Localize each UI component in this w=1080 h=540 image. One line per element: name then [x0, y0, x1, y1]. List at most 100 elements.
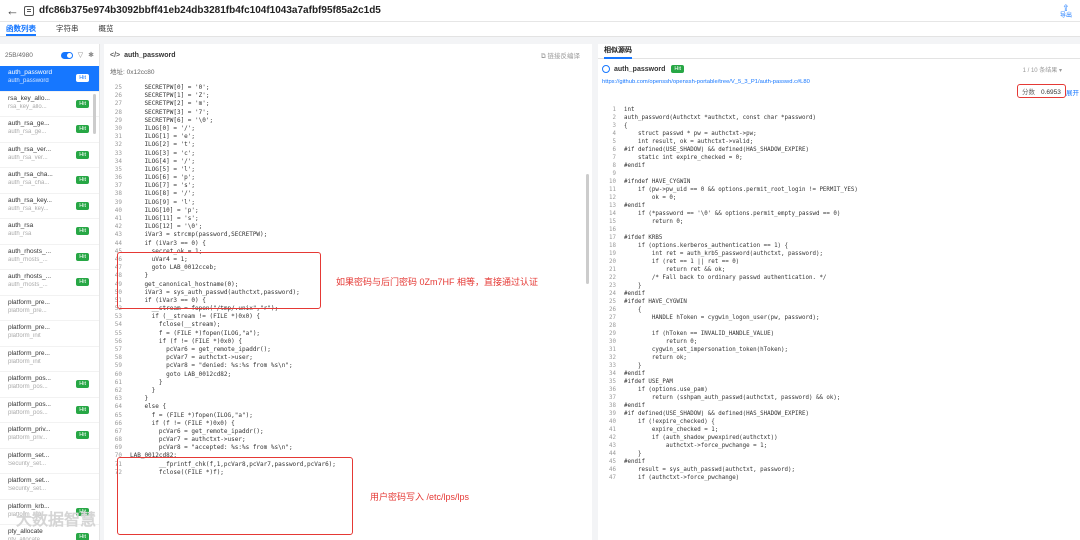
- tab-function-list[interactable]: 函数列表: [6, 22, 36, 36]
- line-number: 56: [114, 337, 122, 345]
- line-text: }: [624, 363, 642, 369]
- function-list-scrollbar[interactable]: [93, 94, 96, 134]
- function-list-item[interactable]: auth_rsa_ge... auth_rsa_ge... Hit: [0, 117, 99, 143]
- function-name: platform_pos...: [8, 400, 51, 408]
- line-text: ILOG[2] = 't';: [130, 141, 196, 149]
- score-value: 0.6953: [1041, 89, 1061, 96]
- line-number: 42: [114, 223, 122, 231]
- similarity-score: 分数 0.6953: [1017, 84, 1066, 98]
- code-scrollbar[interactable]: [586, 174, 589, 284]
- line-number: 38: [114, 190, 122, 198]
- line-text: f = (FILE *)fopen(ILOG,"a");: [130, 329, 261, 337]
- code-line: 44 if (iVar3 == 0) {: [104, 240, 592, 248]
- code-line: 62 }: [104, 387, 592, 395]
- match-row: auth_password Hit 1 / 10 条结果 ▾: [598, 62, 1080, 76]
- line-number: 29: [114, 116, 122, 124]
- code-line: 31 cygwin_set_impersonation_token(hToken…: [598, 346, 1080, 354]
- export-button[interactable]: ⇪ 导出: [1060, 4, 1072, 20]
- code-line: 35 #ifdef USE_PAM: [598, 378, 1080, 386]
- line-number: 6: [612, 147, 617, 153]
- code-panel-header: </> auth_password ⧉ 链接反编译: [104, 44, 592, 66]
- code-line: 32 ILOG[2] = 't';: [104, 141, 592, 149]
- line-text: pcVar8 = "accepted: %s:%s from %s\n";: [130, 444, 293, 452]
- function-list-item[interactable]: auth_rsa_cha... auth_rsa_cha... Hit: [0, 168, 99, 194]
- function-list-item[interactable]: auth_rhosts_... auth_rhosts_... Hit: [0, 270, 99, 296]
- function-subname: platform_init: [8, 358, 41, 365]
- function-list-item[interactable]: platform_set... Security_set...: [0, 474, 99, 500]
- function-name: auth_rsa_cha...: [8, 171, 53, 178]
- line-text: static int expire_checked = 0;: [624, 155, 743, 161]
- function-name: platform_set...: [8, 451, 50, 459]
- function-name: auth_rhosts_...: [8, 273, 51, 280]
- line-number: 35: [114, 165, 122, 173]
- line-number: 68: [114, 436, 122, 444]
- hit-badge: Hit: [76, 533, 89, 540]
- line-text: return ret && ok;: [624, 267, 726, 273]
- result-pager[interactable]: 1 / 10 条结果 ▾: [1023, 65, 1062, 74]
- function-name: platform_pre...: [8, 298, 50, 306]
- code-line: 34 #endif: [598, 370, 1080, 378]
- line-text: ILOG[6] = 'p';: [130, 174, 196, 182]
- filter-icon[interactable]: ▽: [78, 51, 83, 59]
- function-name: auth_rhosts_...: [8, 247, 51, 255]
- line-number: 28: [609, 323, 616, 329]
- line-number: 58: [114, 354, 122, 362]
- code-line: 45 #endif: [598, 458, 1080, 466]
- code-line: 30 return 0;: [598, 338, 1080, 346]
- line-number: 12: [609, 195, 616, 201]
- line-number: 40: [609, 419, 616, 425]
- line-number: 39: [609, 411, 616, 417]
- code-line: 15 return 0;: [598, 218, 1080, 226]
- settings-icon[interactable]: ✱: [88, 51, 94, 59]
- line-text: ILOG[1] = 'e';: [130, 133, 196, 141]
- line-text: ILOG[4] = '/';: [130, 157, 196, 165]
- line-text: #if defined(USE_SHADOW) && defined(HAS_S…: [624, 411, 809, 417]
- source-url[interactable]: https://github.com/openssh/openssh-porta…: [598, 76, 1080, 88]
- code-line: 31 ILOG[1] = 'e';: [104, 133, 592, 141]
- function-list-item[interactable]: auth_rhosts_... auth_rhosts_... Hit: [0, 245, 99, 270]
- expand-button[interactable]: 展开: [1066, 87, 1079, 97]
- function-list-item[interactable]: auth_rsa_ver... auth_rsa_ver... Hit: [0, 143, 99, 168]
- line-text: authctxt->force_pwchange = 1;: [624, 443, 768, 449]
- function-name: platform_pre...: [8, 324, 50, 331]
- back-arrow-icon[interactable]: ←: [6, 3, 24, 18]
- hit-filter-toggle[interactable]: [60, 51, 73, 59]
- tab-similar-source[interactable]: 相似源码: [604, 44, 632, 59]
- function-list-item[interactable]: auth_password auth_password Hit: [0, 66, 99, 92]
- function-list-item[interactable]: auth_rsa_key... auth_rsa_key... Hit: [0, 194, 99, 219]
- line-number: 4: [612, 131, 617, 137]
- line-number: 62: [114, 386, 122, 394]
- tab-strings[interactable]: 字符串: [56, 22, 79, 36]
- line-number: 36: [609, 387, 616, 393]
- code-line: 40 ILOG[10] = 'p';: [104, 207, 592, 215]
- line-text: pcVar7 = authctxt->user;: [130, 354, 253, 362]
- code-line: 3{: [598, 122, 1080, 130]
- hit-badge: Hit: [76, 380, 89, 388]
- function-list-item[interactable]: rsa_key_allo... rsa_key_allo... Hit: [0, 92, 99, 117]
- line-number: 34: [609, 371, 616, 377]
- function-name: auth_password: [8, 69, 53, 76]
- code-line: 61 }: [104, 379, 592, 387]
- line-text: }: [624, 283, 642, 289]
- match-function-name: auth_password: [614, 65, 666, 73]
- line-number: 30: [114, 124, 122, 132]
- function-list-item[interactable]: platform_pos... platform_pos... Hit: [0, 398, 99, 423]
- function-list-item[interactable]: platform_priv... platform_priv... Hit: [0, 423, 99, 449]
- function-list-item[interactable]: platform_pos... platform_pos... Hit: [0, 372, 99, 398]
- function-list-item[interactable]: platform_pre... platform_init: [0, 347, 99, 372]
- link-decompile-button[interactable]: ⧉ 链接反编译: [541, 50, 580, 61]
- line-text: #endif: [624, 291, 645, 297]
- code-function-name: auth_password: [124, 51, 176, 59]
- line-text: ok = 0;: [624, 195, 677, 201]
- line-number: 57: [114, 346, 122, 353]
- hit-badge: Hit: [76, 74, 89, 82]
- function-name: auth_rsa_ver...: [8, 145, 51, 153]
- function-subname: auth_rhosts_...: [8, 282, 48, 288]
- line-text: int result, ok = authctxt->valid;: [624, 139, 754, 145]
- function-list-item[interactable]: auth_rsa auth_rsa Hit: [0, 219, 99, 245]
- function-list-item[interactable]: platform_pre... platform_pre...: [0, 296, 99, 321]
- tab-overview[interactable]: 概览: [99, 22, 114, 36]
- function-list-item[interactable]: platform_pre... platform_init: [0, 321, 99, 347]
- function-list-item[interactable]: platform_set... Security_set...: [0, 449, 99, 474]
- line-number: 31: [609, 347, 616, 353]
